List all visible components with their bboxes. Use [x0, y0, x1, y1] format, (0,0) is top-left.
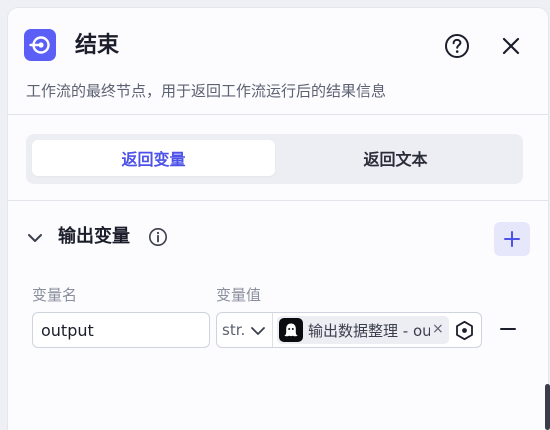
header-divider — [8, 114, 548, 115]
reference-tag[interactable]: 输出数据整理 - output × — [277, 316, 449, 344]
variable-name-input[interactable] — [32, 312, 210, 348]
column-header-name: 变量名 — [32, 286, 78, 304]
bot-avatar-icon — [279, 318, 303, 342]
type-label: str. — [222, 321, 246, 339]
info-icon[interactable] — [148, 227, 168, 247]
section-title: 输出变量 — [58, 226, 130, 247]
section-divider — [8, 200, 548, 201]
tab-return-text[interactable]: 返回文本 — [274, 140, 517, 176]
page-title: 结束 — [75, 33, 120, 58]
panel-header: 结束 — [24, 29, 548, 63]
add-variable-button[interactable] — [494, 222, 530, 256]
chevron-down-icon[interactable] — [26, 229, 44, 247]
tab-return-variable[interactable]: 返回变量 — [32, 140, 275, 176]
type-select[interactable]: str. — [217, 313, 273, 347]
remove-row-icon[interactable] — [498, 319, 518, 339]
variable-picker-icon[interactable] — [454, 320, 475, 341]
node-description: 工作流的最终节点，用于返回工作流运行后的结果信息 — [26, 82, 387, 100]
chevron-down-icon — [251, 327, 265, 335]
end-node-panel: 结束 工作流的最终节点，用于返回工作流运行后的结果信息 返回变量 返回文本 输出… — [8, 8, 548, 430]
return-mode-switch: 返回变量 返回文本 — [26, 134, 523, 184]
output-section-header: 输出变量 — [26, 222, 548, 256]
remove-reference-icon[interactable]: × — [432, 319, 444, 339]
close-icon[interactable] — [500, 35, 522, 57]
variable-value-field: str. 输出数据整理 - output × — [216, 312, 482, 348]
help-icon[interactable] — [444, 33, 470, 59]
plus-icon — [504, 231, 520, 247]
end-node-icon — [24, 29, 56, 61]
scrollbar[interactable] — [545, 384, 550, 430]
column-header-value: 变量值 — [216, 286, 262, 304]
reference-label: 输出数据整理 - output — [308, 322, 430, 340]
